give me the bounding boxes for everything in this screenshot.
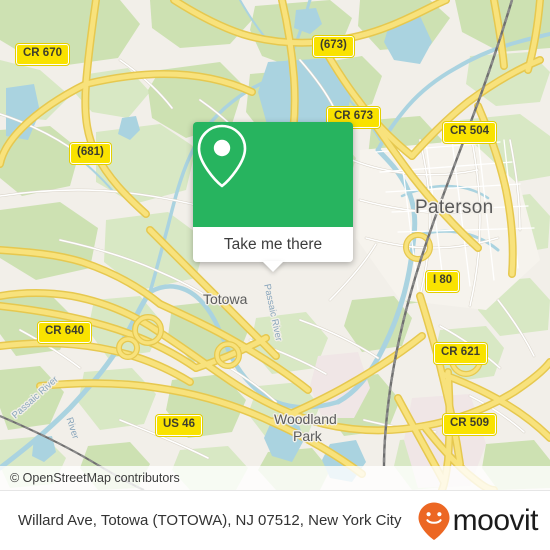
map-canvas[interactable]: .grn{fill:#cde1b2;} .grn2{fill:#d8e8c4;}… bbox=[0, 0, 550, 490]
moovit-pin-smiley-icon bbox=[418, 502, 450, 540]
road-shield-cr-504[interactable]: CR 504 bbox=[443, 122, 496, 143]
take-me-there-popup[interactable]: Take me there bbox=[193, 122, 353, 272]
footer-bar: Willard Ave, Totowa (TOTOWA), NJ 07512, … bbox=[0, 490, 550, 550]
road-shield-i-80[interactable]: I 80 bbox=[426, 271, 460, 292]
moovit-wordmark: moovit bbox=[452, 503, 539, 537]
road-shield-cr-640[interactable]: CR 640 bbox=[38, 322, 91, 343]
map-screenshot: .grn{fill:#cde1b2;} .grn2{fill:#d8e8c4;}… bbox=[0, 0, 550, 550]
take-me-there-label: Take me there bbox=[223, 235, 323, 253]
location-title: Willard Ave, Totowa (TOTOWA), NJ 07512, … bbox=[18, 512, 402, 529]
road-shield-cr-509[interactable]: CR 509 bbox=[443, 414, 496, 435]
road-shield-cr-621[interactable]: CR 621 bbox=[434, 343, 487, 364]
map-pin-icon bbox=[197, 124, 247, 188]
road-shield-us-46[interactable]: US 46 bbox=[156, 415, 202, 436]
popup-action-bar[interactable]: Take me there bbox=[193, 227, 353, 272]
map-attribution: © OpenStreetMap contributors bbox=[0, 466, 550, 490]
road-shield-673[interactable]: (673) bbox=[313, 36, 354, 57]
road-shield-cr-670[interactable]: CR 670 bbox=[16, 44, 69, 65]
attribution-text[interactable]: © OpenStreetMap contributors bbox=[10, 471, 180, 485]
popup-icon-area bbox=[193, 122, 353, 227]
road-shield-681[interactable]: (681) bbox=[70, 143, 111, 164]
popup-tail bbox=[262, 261, 284, 272]
moovit-brand[interactable]: moovit bbox=[417, 501, 539, 541]
